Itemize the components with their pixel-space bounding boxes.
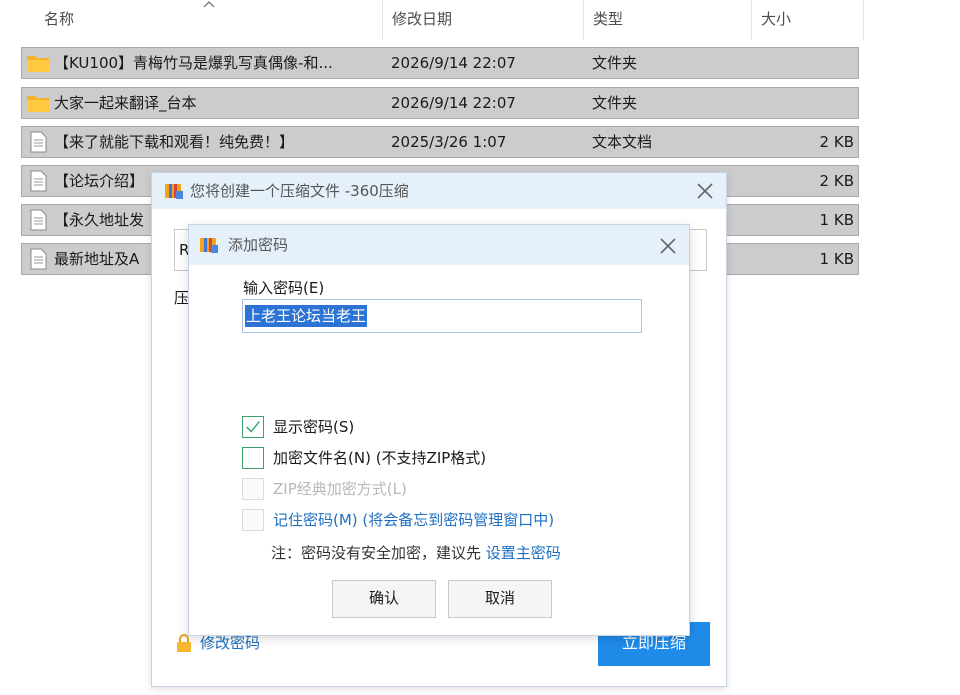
file-size: 1 KB (819, 250, 854, 268)
text-file-icon (30, 170, 47, 192)
file-name: 【KU100】青梅竹马是爆乳写真偶像-和... (54, 54, 333, 72)
file-type: 文件夹 (592, 54, 638, 72)
file-name: 【来了就能下载和观看！纯免费！】 (54, 133, 295, 151)
add-password-titlebar[interactable]: 添加密码 (189, 225, 689, 265)
file-type: 文本文档 (592, 133, 653, 151)
security-note-text: 注：密码没有安全加密，建议先 (271, 544, 486, 562)
column-header-label: 名称 (44, 10, 75, 28)
text-file-icon (30, 248, 47, 270)
compress-dialog-titlebar[interactable]: 您将创建一个压缩文件 -360压缩 (152, 173, 726, 209)
password-value: 上老王论坛当老王 (245, 305, 368, 327)
folder-icon (27, 96, 49, 112)
zip-classic-encryption-label: ZIP经典加密方式(L) (273, 480, 407, 498)
text-file-icon (30, 209, 47, 231)
compression-label: 压 (174, 289, 190, 307)
lock-icon (177, 634, 191, 652)
security-note: 注：密码没有安全加密，建议先 设置主密码 (271, 542, 561, 563)
text-file-icon (30, 131, 47, 153)
column-header-date[interactable]: 修改日期 (382, 0, 582, 40)
column-header-label: 大小 (761, 10, 792, 28)
file-date: 2026/9/14 22:07 (391, 94, 516, 112)
encrypt-filenames-label: 加密文件名(N) (不支持ZIP格式) (273, 449, 487, 467)
column-header-label: 修改日期 (392, 10, 453, 28)
checkmark-icon (246, 421, 260, 433)
set-master-password-link[interactable]: 设置主密码 (486, 544, 561, 562)
column-header-size[interactable]: 大小 (751, 0, 863, 40)
file-row[interactable]: 大家一起来翻译_台本 2026/9/14 22:07 文件夹 (21, 87, 859, 119)
file-size: 2 KB (819, 172, 854, 190)
zip-classic-encryption-checkbox (242, 478, 264, 500)
close-icon[interactable] (695, 181, 715, 201)
close-icon[interactable] (658, 236, 678, 256)
file-name: 大家一起来翻译_台本 (54, 94, 197, 112)
file-size: 1 KB (819, 211, 854, 229)
file-date: 2026/9/14 22:07 (391, 54, 516, 72)
file-row[interactable]: 【KU100】青梅竹马是爆乳写真偶像-和... 2026/9/14 22:07 … (21, 47, 859, 79)
file-date: 2025/3/26 1:07 (391, 133, 507, 151)
password-label: 输入密码(E) (243, 279, 325, 297)
add-password-dialog: 添加密码 输入密码(E) 上老王论坛当老王 显示密码(S) 加密文件名(N) (… (188, 224, 690, 636)
archive-app-icon (200, 238, 218, 253)
remember-password-label: 记住密码(M) (将会备忘到密码管理窗口中) (273, 511, 555, 529)
show-password-label: 显示密码(S) (273, 418, 355, 436)
column-divider[interactable] (863, 0, 864, 40)
show-password-checkbox[interactable] (242, 416, 264, 438)
compress-dialog-title: 您将创建一个压缩文件 -360压缩 (190, 182, 409, 200)
cancel-button[interactable]: 取消 (448, 580, 552, 618)
remember-password-checkbox[interactable] (242, 509, 264, 531)
file-type: 文件夹 (592, 94, 638, 112)
add-password-title: 添加密码 (228, 236, 289, 254)
file-list-header: 名称 修改日期 类型 大小 (0, 0, 870, 40)
sort-ascending-icon (203, 1, 215, 8)
file-size: 2 KB (819, 133, 854, 151)
column-header-label: 类型 (593, 10, 624, 28)
folder-icon (27, 56, 49, 72)
confirm-button[interactable]: 确认 (332, 580, 436, 618)
encrypt-filenames-checkbox[interactable] (242, 447, 264, 469)
password-input[interactable]: 上老王论坛当老王 (242, 299, 642, 333)
column-header-type[interactable]: 类型 (583, 0, 751, 40)
archive-app-icon (165, 184, 183, 199)
file-row[interactable]: 【来了就能下载和观看！纯免费！】 2025/3/26 1:07 文本文档 2 K… (21, 126, 859, 158)
